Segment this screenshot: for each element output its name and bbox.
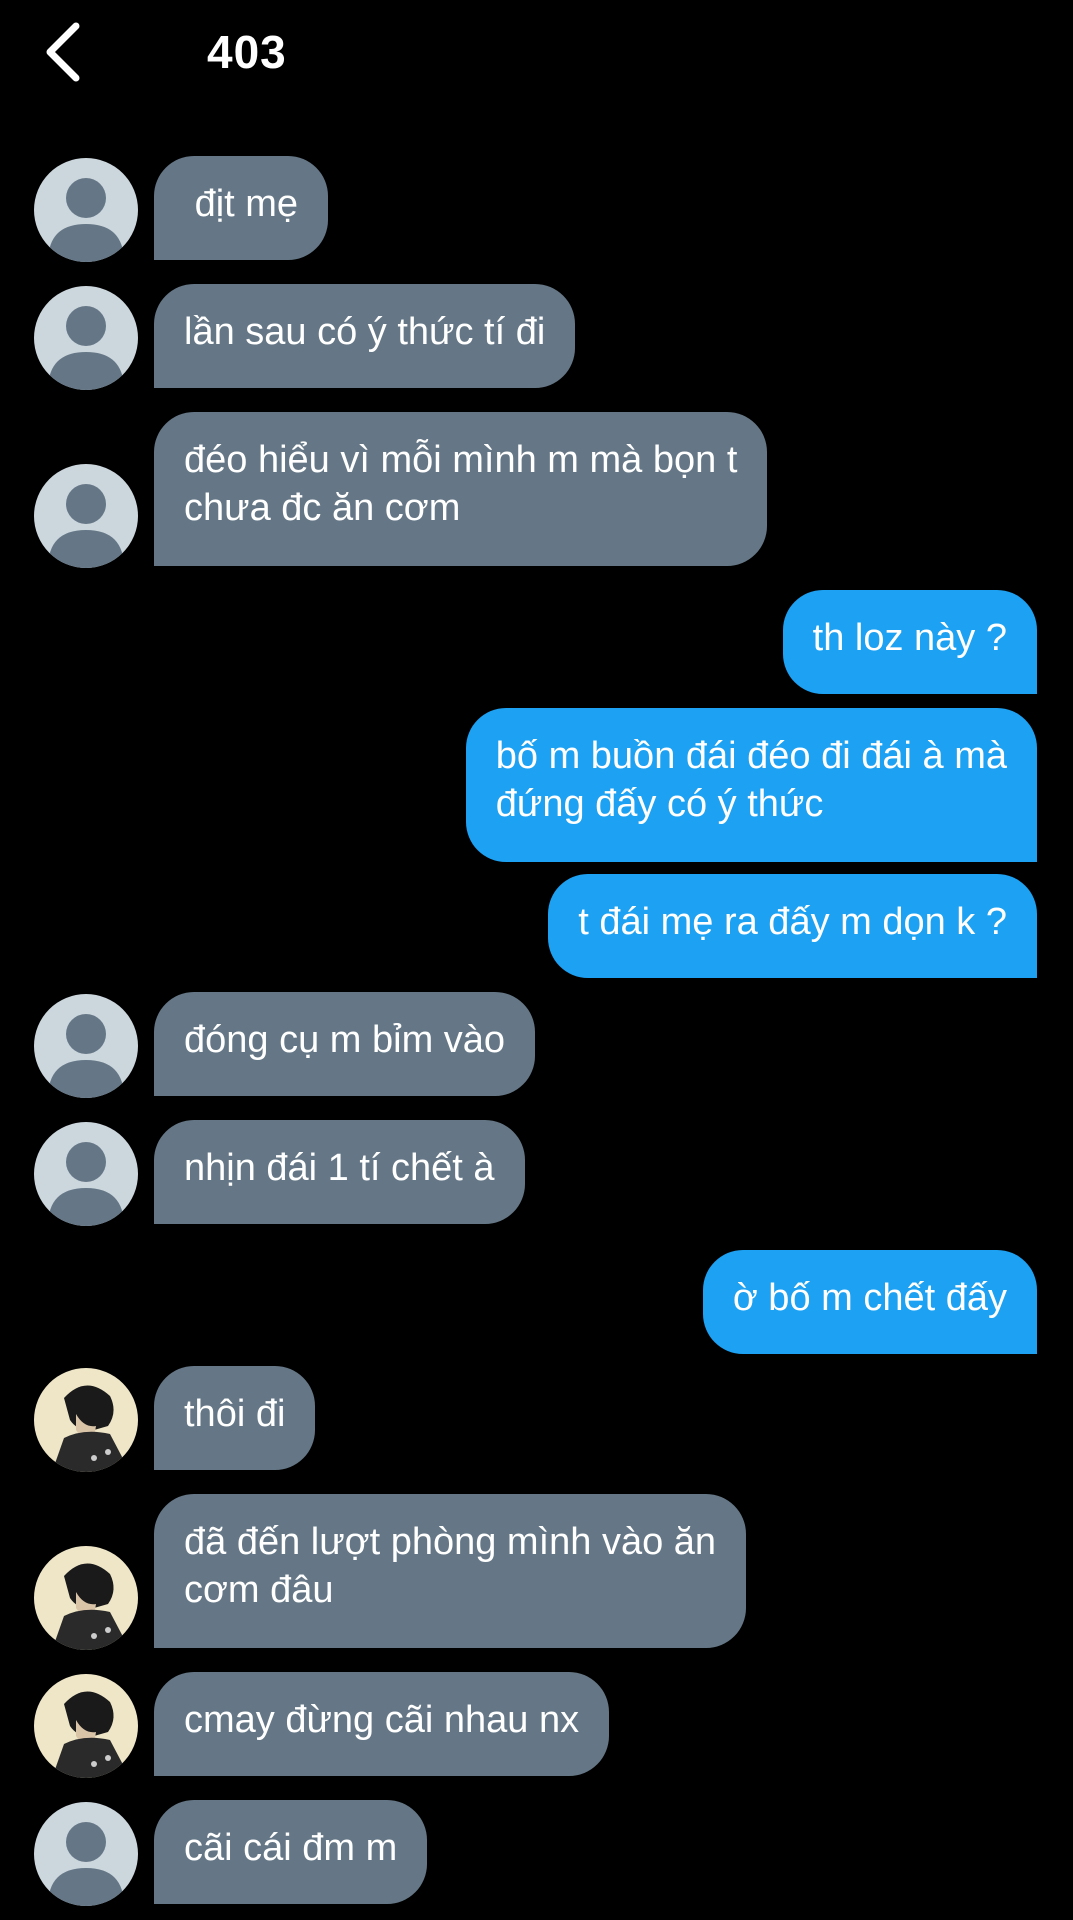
incoming-message[interactable]: lần sau có ý thức tí đi (154, 284, 576, 388)
default-avatar-icon[interactable] (34, 1122, 138, 1226)
outgoing-message[interactable]: t đái mẹ ra đấy m dọn k ? (548, 874, 1037, 978)
incoming-message[interactable]: nhịn đái 1 tí chết à (154, 1120, 525, 1224)
photo-avatar-icon[interactable] (34, 1368, 138, 1472)
incoming-message[interactable]: đóng cụ m bỉm vào (154, 992, 536, 1096)
chat-header: 403 (0, 0, 1073, 110)
incoming-message[interactable]: cmay đừng cãi nhau nx (154, 1672, 610, 1776)
default-avatar-icon[interactable] (34, 286, 138, 390)
incoming-message[interactable]: thôi đi (154, 1366, 316, 1470)
incoming-message[interactable]: cãi cái đm m (154, 1800, 428, 1904)
default-avatar-icon[interactable] (34, 158, 138, 262)
incoming-message[interactable]: đéo hiểu vì mỗi mình m mà bọn t chưa đc … (154, 412, 768, 566)
photo-avatar-icon[interactable] (34, 1546, 138, 1650)
back-button[interactable] (40, 20, 90, 84)
incoming-message[interactable]: đã đến lượt phòng mình vào ăn cơm đâu (154, 1494, 747, 1648)
default-avatar-icon[interactable] (34, 464, 138, 568)
chevron-left-icon (46, 22, 80, 82)
outgoing-message[interactable]: th loz này ? (782, 590, 1037, 694)
conversation-title: 403 (207, 26, 287, 78)
incoming-message[interactable]: địt mẹ (154, 156, 329, 260)
photo-avatar-icon[interactable] (34, 1674, 138, 1778)
default-avatar-icon[interactable] (34, 1802, 138, 1906)
outgoing-message[interactable]: ờ bố m chết đấy (702, 1250, 1037, 1354)
default-avatar-icon[interactable] (34, 994, 138, 1098)
outgoing-message[interactable]: bố m buồn đái đéo đi đái à mà đứng đấy c… (465, 708, 1037, 862)
